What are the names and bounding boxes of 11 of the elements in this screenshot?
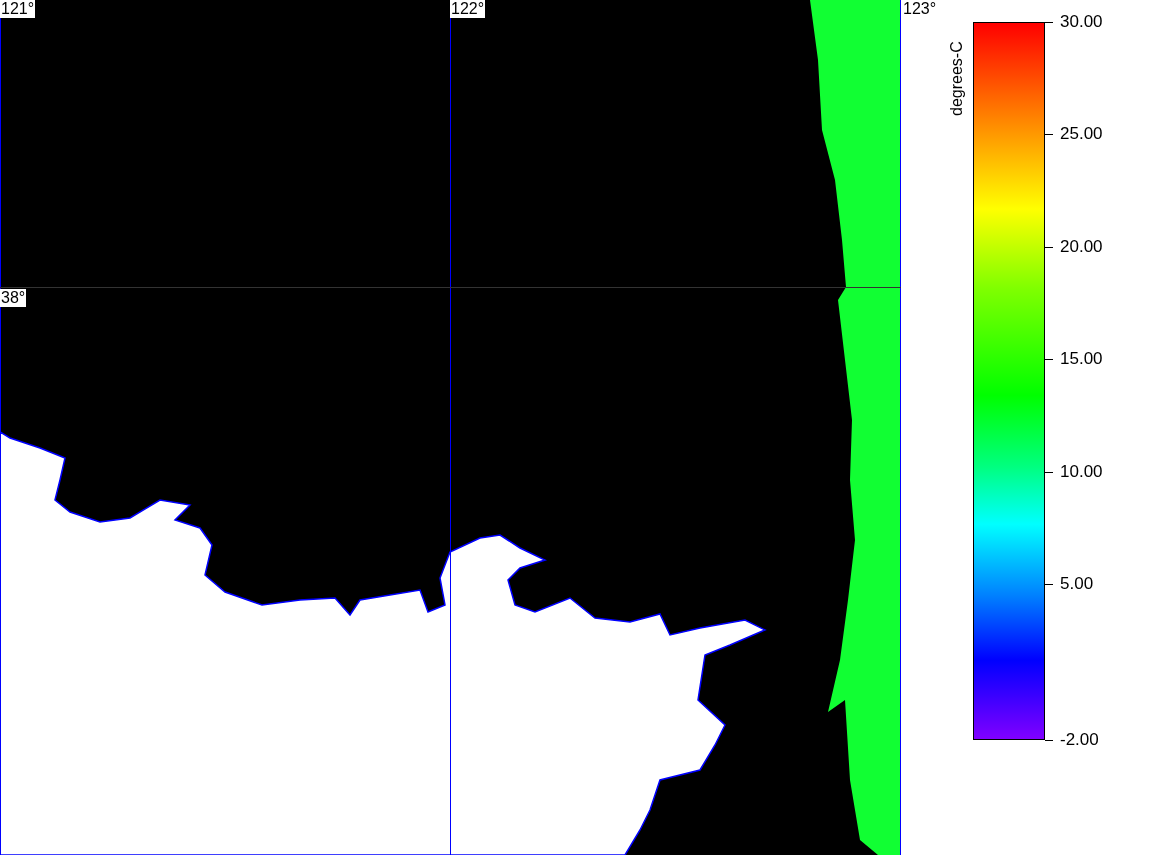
legend-title: degrees-C bbox=[948, 41, 966, 116]
scale-tick-label: 5.00 bbox=[1060, 574, 1094, 594]
scale-tick-label: 15.00 bbox=[1060, 349, 1103, 370]
longitude-label: 121° bbox=[0, 0, 36, 18]
longitude-label: 122° bbox=[450, 0, 486, 18]
scale-tick-label: 20.00 bbox=[1060, 236, 1103, 257]
scale-tick-label: 10.00 bbox=[1060, 461, 1103, 482]
scale-tick-label: 25.00 bbox=[1060, 124, 1103, 145]
scale-tick-label: 30.00 bbox=[1060, 12, 1103, 32]
latitude-label: 38° bbox=[0, 289, 27, 307]
scale-tick-label: -2.00 bbox=[1060, 730, 1099, 750]
